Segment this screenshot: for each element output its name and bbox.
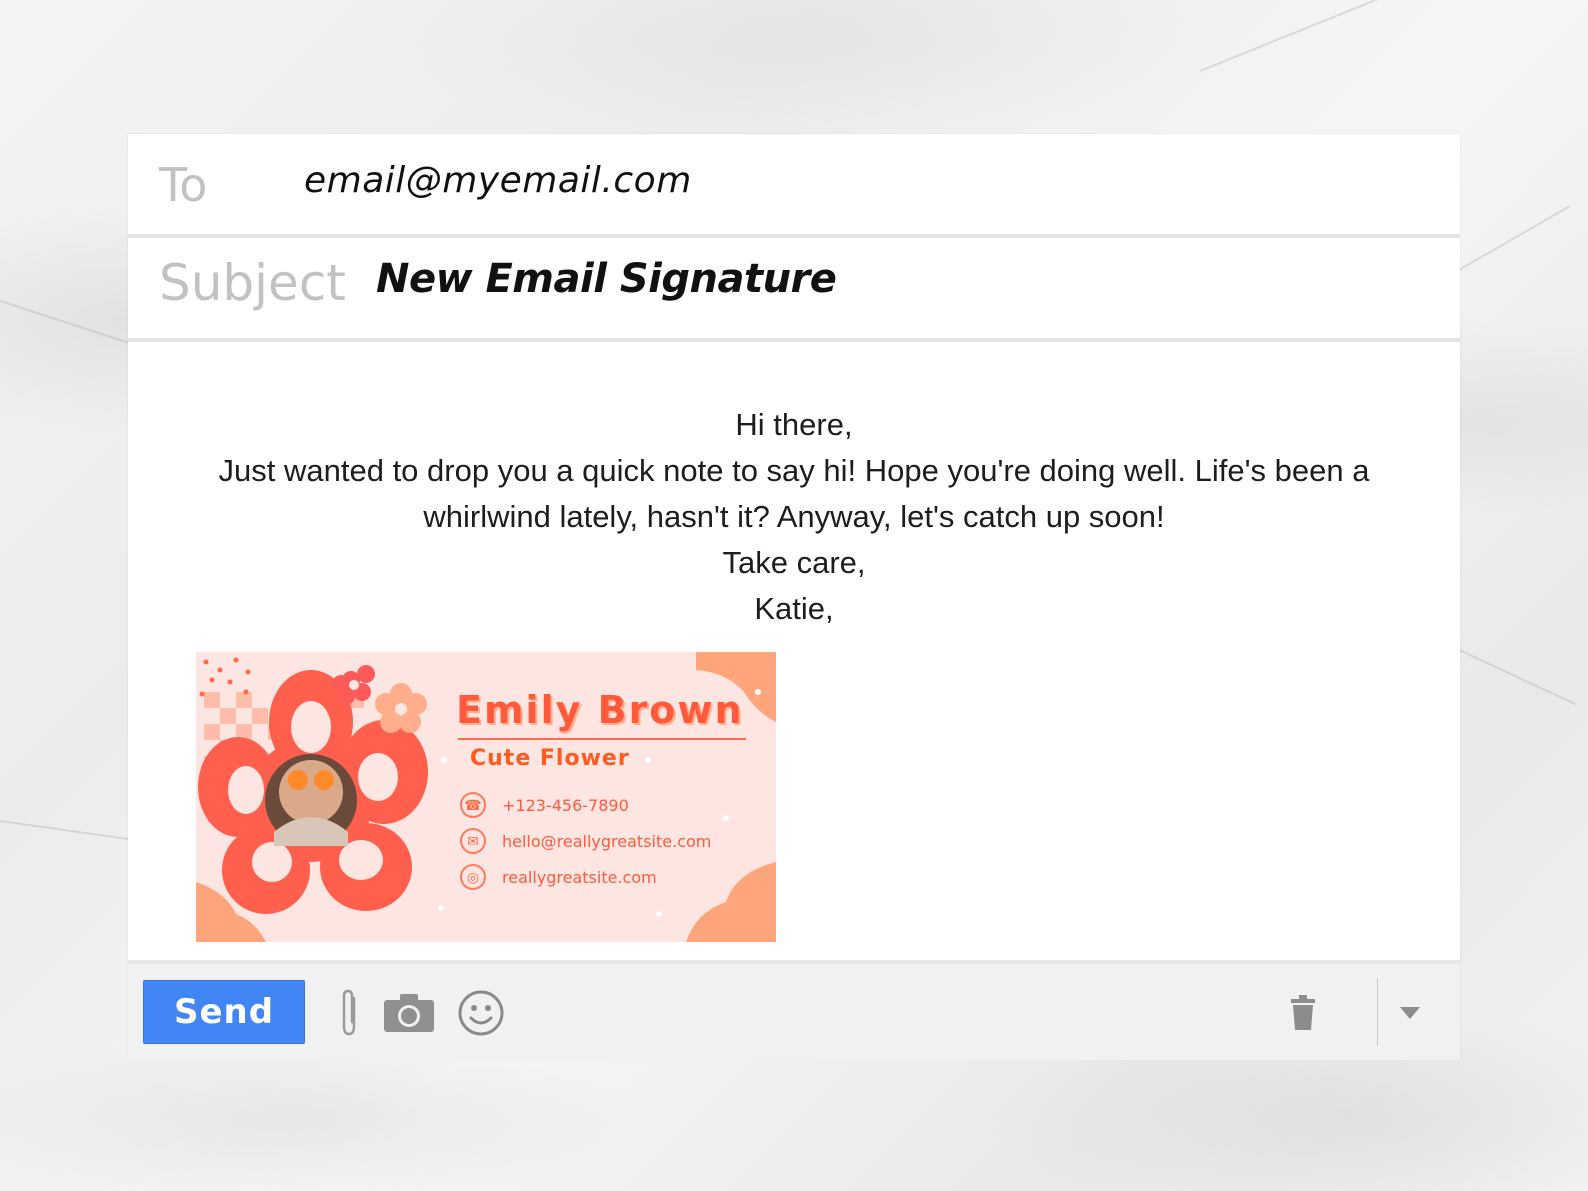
greeting-line: Hi there, [735,407,853,442]
signature-email-row: ✉ hello@reallygreatsite.com [460,828,711,854]
marble-vein [1199,0,1405,72]
envelope-icon: ✉ [460,828,486,854]
paragraph-line: whirlwind lately, hasn't it? Anyway, let… [423,499,1165,534]
smiley-icon[interactable] [456,988,506,1038]
message-body[interactable]: Hi there, Just wanted to drop you a quic… [158,402,1430,632]
marble-vein [1439,640,1577,706]
signature-website: reallygreatsite.com [502,867,657,887]
paragraph-line: Just wanted to drop you a quick note to … [218,453,1370,488]
camera-icon[interactable] [382,988,436,1038]
signature-name: Emily Brown [456,688,744,732]
sender-line: Katie, [754,591,834,626]
trash-icon[interactable] [1288,988,1318,1038]
email-signature-card: Emily Brown Cute Flower ☎ +123-456-7890 … [196,652,776,942]
closing-line: Take care, [722,545,866,580]
signature-website-row: ◎ reallygreatsite.com [460,864,657,890]
to-label: To [159,158,208,212]
signature-tagline: Cute Flower [470,746,630,771]
signature-phone: +123-456-7890 [502,795,629,815]
send-button[interactable]: Send [143,980,305,1044]
signature-divider [458,738,746,740]
signature-phone-row: ☎ +123-456-7890 [460,792,629,818]
paperclip-icon[interactable] [336,988,364,1038]
caret-down-icon[interactable] [1396,988,1424,1038]
marble-vein [0,820,129,841]
subject-label: Subject [159,254,346,312]
to-field[interactable]: email@myemail.com [304,160,692,201]
compose-window: To email@myemail.com Subject New Email S… [128,134,1460,1060]
phone-icon: ☎ [460,792,486,818]
subject-field[interactable]: New Email Signature [376,256,837,302]
compose-toolbar: Send [128,960,1460,1060]
toolbar-divider [1377,978,1378,1046]
signature-email: hello@reallygreatsite.com [502,831,712,851]
globe-icon: ◎ [460,864,486,890]
